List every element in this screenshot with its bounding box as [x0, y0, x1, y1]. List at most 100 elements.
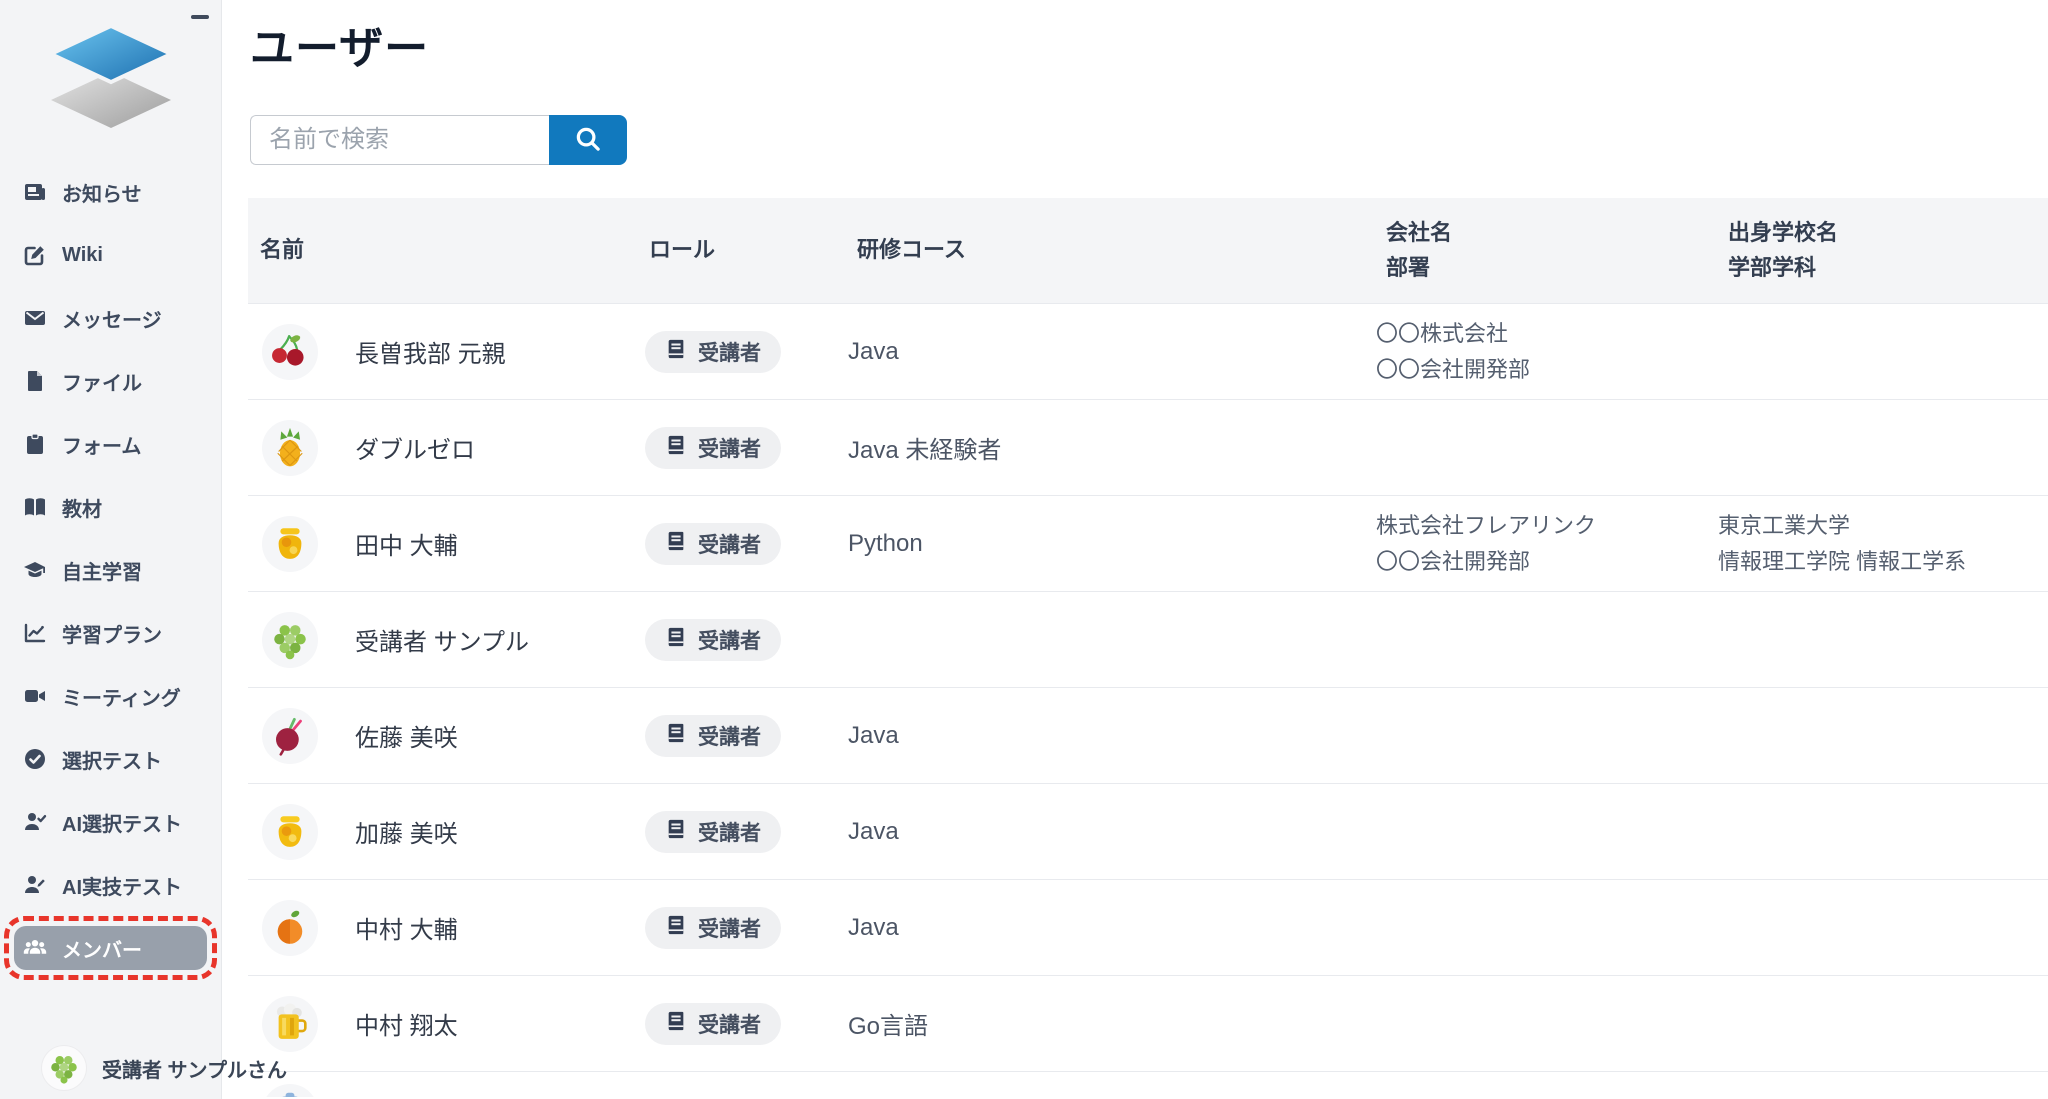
sidebar-item-label: ミーティング: [62, 682, 181, 711]
avatar-orange-icon: [262, 900, 318, 956]
file-icon: [22, 368, 48, 394]
sidebar-item-choice-test[interactable]: 選択テスト: [14, 737, 207, 781]
sidebar-item-ai-choice-test[interactable]: AI選択テスト: [14, 800, 207, 844]
company-cell: 株式会社フレアリンク〇〇会社開発部: [1374, 508, 1716, 578]
course-cell: Java 未経験者: [845, 430, 1374, 465]
role-badge-label: 受講者: [698, 625, 761, 655]
app-logo[interactable]: [46, 24, 176, 134]
role-badge-label: 受講者: [698, 1009, 761, 1039]
course-cell: Java: [845, 818, 1374, 846]
role-badge-label: 受講者: [698, 913, 761, 943]
role-badge-label: 受講者: [698, 817, 761, 847]
app-window: お知らせ Wiki メッセージ ファイル: [0, 0, 2048, 1099]
role-badge: 受講者: [645, 907, 781, 949]
column-header-school: 出身学校名 学部学科: [1716, 216, 2048, 284]
sidebar-item-materials[interactable]: 教材: [14, 485, 207, 529]
sidebar-item-messages[interactable]: メッセージ: [14, 296, 207, 340]
role-badge-label: 受講者: [698, 433, 761, 463]
video-camera-icon: [22, 683, 48, 709]
column-header-name: 名前: [248, 233, 637, 267]
user-name: 加藤 美咲: [355, 814, 458, 849]
user-name: 佐藤 美咲: [355, 718, 458, 753]
role-badge-label: 受講者: [698, 721, 761, 751]
book-icon: [665, 722, 687, 750]
sidebar-item-meetings[interactable]: ミーティング: [14, 674, 207, 718]
sidebar-item-members[interactable]: メンバー: [14, 926, 207, 970]
page-title: ユーザー: [250, 20, 2048, 78]
table-header-row: 名前 ロール 研修コース 会社名 部署 出身学校名 学部学科: [248, 198, 2048, 303]
table-row[interactable]: 受講者 サンプル 受講者: [248, 591, 2048, 687]
sidebar-item-label: Wiki: [62, 244, 103, 267]
sidebar-user-name: 受講者 サンプルさん: [102, 1054, 287, 1083]
sidebar-item-label: メッセージ: [62, 304, 162, 333]
table-row[interactable]: 中村 翔太 受講者 Go言語: [248, 975, 2048, 1071]
table-row[interactable]: 田中 大輔 受講者 Python 株式会社フレアリンク〇〇会社開発部 東京工業大…: [248, 495, 2048, 591]
sidebar-item-learning-plan[interactable]: 学習プラン: [14, 611, 207, 655]
avatar-beet-icon: [262, 708, 318, 764]
sidebar-item-ai-practical-test[interactable]: AI実技テスト: [14, 863, 207, 907]
sidebar-user-profile[interactable]: 受講者 サンプルさん: [42, 1046, 287, 1090]
users-table: 名前 ロール 研修コース 会社名 部署 出身学校名 学部学科 長: [248, 198, 2048, 1097]
user-name: ダブルゼロ: [355, 430, 475, 465]
course-cell: Go言語: [845, 1006, 1374, 1041]
sidebar-item-label: AI実技テスト: [62, 871, 182, 900]
user-name: 田中 大輔: [355, 526, 458, 561]
sidebar-item-label: 教材: [62, 493, 102, 522]
search-button[interactable]: [549, 115, 627, 165]
sidebar-item-wiki[interactable]: Wiki: [14, 233, 207, 277]
sidebar-item-label: フォーム: [62, 430, 141, 459]
sidebar-nav: お知らせ Wiki メッセージ ファイル: [0, 170, 221, 970]
role-badge-label: 受講者: [698, 337, 761, 367]
avatar-green-grapes-icon: [262, 612, 318, 668]
clipboard-icon: [22, 431, 48, 457]
table-row[interactable]: 佐藤 美咲 受講者 Java: [248, 687, 2048, 783]
table-row[interactable]: 加藤 美咲 受講者 Java: [248, 783, 2048, 879]
sidebar-item-forms[interactable]: フォーム: [14, 422, 207, 466]
avatar-pineapple-icon: [262, 420, 318, 476]
role-badge: 受講者: [645, 427, 781, 469]
table-row-partial[interactable]: [248, 1071, 2048, 1097]
pencil-square-icon: [22, 242, 48, 268]
open-book-icon: [22, 494, 48, 520]
book-icon: [665, 626, 687, 654]
column-header-company: 会社名 部署: [1374, 216, 1716, 284]
person-pencil-icon: [22, 872, 48, 898]
people-icon: [22, 935, 48, 961]
sidebar-item-label: AI選択テスト: [62, 808, 182, 837]
role-badge: 受講者: [645, 811, 781, 853]
graduation-cap-icon: [22, 557, 48, 583]
search-input[interactable]: [250, 115, 549, 165]
table-row[interactable]: ダブルゼロ 受講者 Java 未経験者: [248, 399, 2048, 495]
sidebar-item-label: ファイル: [62, 367, 142, 396]
book-icon: [665, 338, 687, 366]
column-header-role: ロール: [637, 233, 845, 267]
avatar-beer-mug-icon: [262, 996, 318, 1052]
search-icon: [573, 124, 603, 157]
course-cell: Java: [845, 722, 1374, 750]
book-icon: [665, 434, 687, 462]
book-icon: [665, 914, 687, 942]
sidebar-item-announcements[interactable]: お知らせ: [14, 170, 207, 214]
user-name: 受講者 サンプル: [355, 622, 529, 657]
role-badge: 受講者: [645, 1003, 781, 1045]
envelope-icon: [22, 305, 48, 331]
course-cell: Java: [845, 338, 1374, 366]
sidebar-item-self-study[interactable]: 自主学習: [14, 548, 207, 592]
role-badge: 受講者: [645, 523, 781, 565]
sidebar-item-label: お知らせ: [62, 178, 142, 207]
role-badge: 受講者: [645, 331, 781, 373]
person-check-icon: [22, 809, 48, 835]
news-icon: [22, 179, 48, 205]
user-name: 長曽我部 元親: [355, 334, 506, 369]
course-cell: Java: [845, 914, 1374, 942]
sidebar-collapse-button[interactable]: [191, 15, 209, 19]
user-avatar-green-grapes-icon: [42, 1046, 86, 1090]
avatar-honey-pot-icon: [262, 516, 318, 572]
sidebar-item-label: 選択テスト: [62, 745, 162, 774]
table-row[interactable]: 長曽我部 元親 受講者 Java 〇〇株式会社〇〇会社開発部: [248, 303, 2048, 399]
sidebar: お知らせ Wiki メッセージ ファイル: [0, 0, 222, 1099]
avatar-honey-pot-icon: [262, 804, 318, 860]
table-row[interactable]: 中村 大輔 受講者 Java: [248, 879, 2048, 975]
school-cell: 東京工業大学情報理工学院 情報工学系: [1716, 508, 2048, 578]
sidebar-item-files[interactable]: ファイル: [14, 359, 207, 403]
